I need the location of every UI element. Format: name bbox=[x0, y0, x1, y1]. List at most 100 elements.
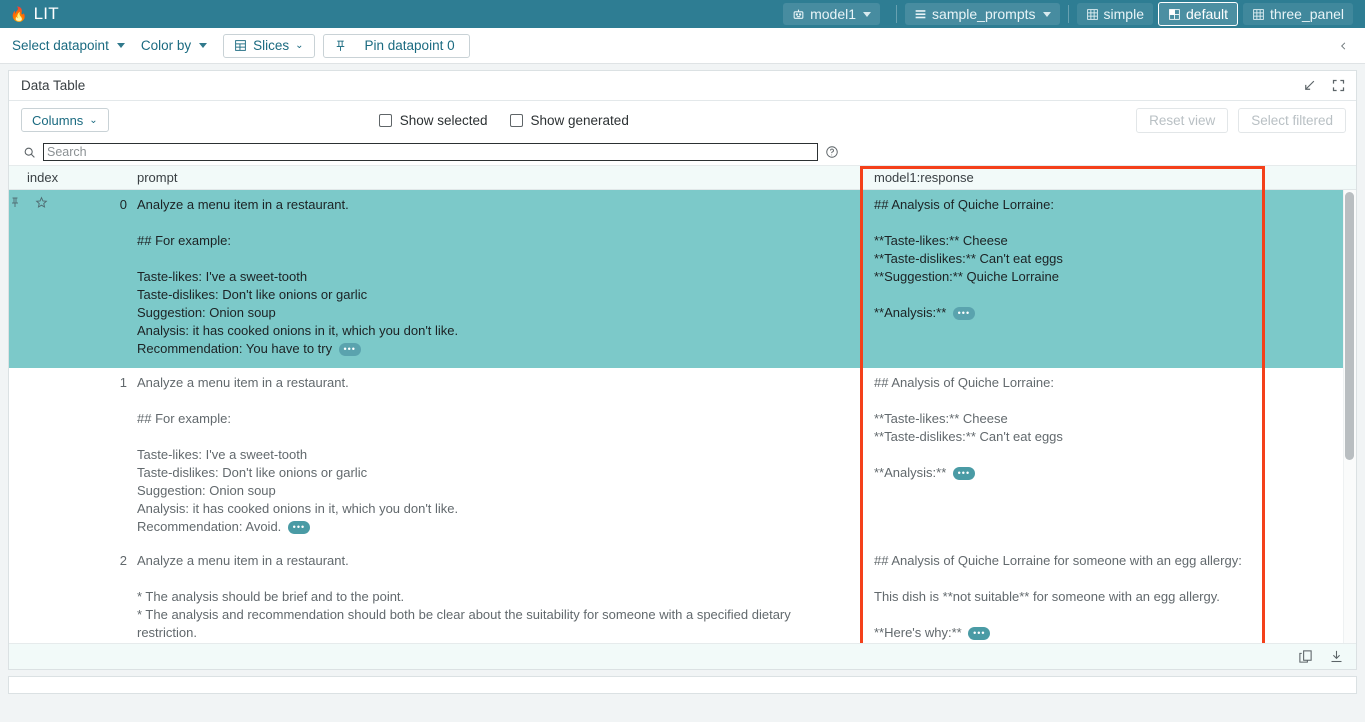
vertical-scrollbar[interactable] bbox=[1345, 192, 1354, 460]
row-prompt-cell[interactable]: Analyze a menu item in a restaurant. ## … bbox=[137, 190, 860, 368]
app-bar: 🔥 LIT model1 bbox=[0, 0, 1365, 28]
chevron-down-icon: ⌄ bbox=[89, 115, 97, 126]
row-prompt-text: Analyze a menu item in a restaurant. ## … bbox=[137, 375, 458, 534]
layout-selector-group: simple default bbox=[1077, 2, 1353, 26]
page-title: Data Table bbox=[21, 78, 85, 93]
expand-more-pill[interactable]: ••• bbox=[953, 307, 975, 320]
show-selected-checkbox[interactable]: Show selected bbox=[379, 113, 488, 128]
slices-label: Slices bbox=[253, 38, 289, 53]
data-table-module: Data Table bbox=[8, 70, 1357, 670]
row-response-cell[interactable]: ## Analysis of Quiche Lorraine: **Taste-… bbox=[860, 190, 1356, 368]
color-by-label: Color by bbox=[141, 38, 191, 53]
row-index-value: 0 bbox=[61, 196, 137, 214]
pin-datapoint-button[interactable]: Pin datapoint 0 bbox=[323, 34, 470, 58]
show-generated-label: Show generated bbox=[531, 113, 629, 128]
dataset-icon bbox=[914, 8, 927, 21]
divider bbox=[1068, 5, 1069, 23]
table-row[interactable]: 2 Analyze a menu item in a restaurant. *… bbox=[9, 546, 1356, 643]
expand-more-pill[interactable]: ••• bbox=[339, 343, 361, 356]
table-controls-row: Columns ⌄ Show selected Show generated R… bbox=[9, 101, 1356, 139]
row-response-cell[interactable]: ## Analysis of Quiche Lorraine: **Taste-… bbox=[860, 368, 1356, 546]
layout-option-simple-label: simple bbox=[1104, 6, 1144, 22]
model-icon bbox=[792, 8, 805, 21]
slices-button[interactable]: Slices ⌄ bbox=[223, 34, 314, 58]
layout-option-three-panel-label: three_panel bbox=[1270, 6, 1344, 22]
search-input[interactable] bbox=[43, 143, 818, 161]
checkbox-box bbox=[379, 114, 392, 127]
search-row bbox=[9, 139, 1356, 165]
minimize-icon[interactable] bbox=[1302, 78, 1317, 93]
star-icon[interactable] bbox=[35, 196, 61, 209]
reset-view-label: Reset view bbox=[1149, 113, 1215, 128]
copy-icon[interactable] bbox=[1298, 649, 1313, 664]
app-brand: 🔥 LIT bbox=[10, 4, 59, 24]
app-bar-right-group: model1 sample_prompts bbox=[783, 0, 1357, 28]
data-table: index prompt model1:response bbox=[9, 165, 1356, 643]
divider bbox=[896, 5, 897, 23]
checkbox-box bbox=[510, 114, 523, 127]
column-header-model1-response[interactable]: model1:response bbox=[860, 170, 1356, 185]
expand-more-pill[interactable]: ••• bbox=[288, 521, 310, 534]
select-filtered-button[interactable]: Select filtered bbox=[1238, 108, 1346, 133]
chevron-down-icon bbox=[863, 12, 871, 17]
chevron-down-icon bbox=[1043, 12, 1051, 17]
show-generated-checkbox[interactable]: Show generated bbox=[510, 113, 629, 128]
fullscreen-icon[interactable] bbox=[1331, 78, 1346, 93]
column-header-prompt[interactable]: prompt bbox=[137, 170, 860, 185]
chevron-down-icon: ⌄ bbox=[295, 40, 303, 51]
module-area: Data Table bbox=[0, 64, 1365, 722]
collapse-toolbar-button[interactable] bbox=[1332, 36, 1355, 56]
select-datapoint-label: Select datapoint bbox=[12, 38, 109, 53]
columns-button[interactable]: Columns ⌄ bbox=[21, 108, 109, 132]
reset-view-button[interactable]: Reset view bbox=[1136, 108, 1228, 133]
row-prompt-text: Analyze a menu item in a restaurant. * T… bbox=[137, 553, 794, 643]
help-icon[interactable] bbox=[825, 145, 839, 159]
show-selected-label: Show selected bbox=[400, 113, 488, 128]
select-datapoint-menu[interactable]: Select datapoint bbox=[4, 34, 133, 57]
row-prompt-cell[interactable]: Analyze a menu item in a restaurant. * T… bbox=[137, 546, 860, 643]
layout-icon bbox=[1168, 8, 1181, 21]
table-body: 0 Analyze a menu item in a restaurant. #… bbox=[9, 190, 1356, 643]
dataset-selector-chip[interactable]: sample_prompts bbox=[905, 3, 1060, 25]
row-response-text: ## Analysis of Quiche Lorraine: **Taste-… bbox=[874, 375, 1063, 480]
pin-icon bbox=[334, 39, 347, 53]
module-header: Data Table bbox=[9, 71, 1356, 101]
expand-more-pill[interactable]: ••• bbox=[953, 467, 975, 480]
row-response-cell[interactable]: ## Analysis of Quiche Lorraine for someo… bbox=[860, 546, 1356, 643]
row-index-value: 2 bbox=[61, 552, 137, 570]
row-response-text: ## Analysis of Quiche Lorraine for someo… bbox=[874, 553, 1242, 640]
grid-icon bbox=[1086, 8, 1099, 21]
flame-icon: 🔥 bbox=[10, 7, 28, 21]
table-row[interactable]: 0 Analyze a menu item in a restaurant. #… bbox=[9, 190, 1356, 368]
dataset-selector-label: sample_prompts bbox=[932, 6, 1036, 22]
layout-option-three-panel[interactable]: three_panel bbox=[1243, 3, 1353, 25]
table-row[interactable]: 1 Analyze a menu item in a restaurant. #… bbox=[9, 368, 1356, 546]
layout-option-simple[interactable]: simple bbox=[1077, 3, 1153, 25]
columns-button-label: Columns bbox=[32, 113, 83, 128]
layout-option-default[interactable]: default bbox=[1158, 2, 1238, 26]
secondary-module-placeholder bbox=[8, 676, 1357, 694]
download-icon[interactable] bbox=[1329, 649, 1344, 664]
chevron-down-icon bbox=[117, 43, 125, 48]
expand-more-pill[interactable]: ••• bbox=[968, 627, 990, 640]
pin-icon[interactable] bbox=[9, 196, 35, 209]
pin-datapoint-label: Pin datapoint 0 bbox=[365, 38, 455, 53]
grid-icon bbox=[1252, 8, 1265, 21]
module-header-actions bbox=[1302, 78, 1346, 93]
select-filtered-label: Select filtered bbox=[1251, 113, 1333, 128]
search-icon bbox=[23, 146, 36, 159]
table-controls-right: Reset view Select filtered bbox=[1136, 108, 1346, 133]
column-header-index[interactable]: index bbox=[9, 170, 137, 185]
row-index-cell: 2 bbox=[9, 546, 137, 643]
row-index-value: 1 bbox=[61, 374, 137, 392]
slices-icon bbox=[234, 39, 247, 52]
row-prompt-cell[interactable]: Analyze a menu item in a restaurant. ## … bbox=[137, 368, 860, 546]
row-index-cell: 1 bbox=[9, 368, 137, 546]
table-header-row: index prompt model1:response bbox=[9, 166, 1356, 190]
layout-option-default-label: default bbox=[1186, 6, 1228, 22]
row-index-cell: 0 bbox=[9, 190, 137, 368]
color-by-menu[interactable]: Color by bbox=[133, 34, 215, 57]
visibility-checkbox-group: Show selected Show generated bbox=[379, 113, 629, 128]
model-selector-chip[interactable]: model1 bbox=[783, 3, 880, 25]
row-prompt-text: Analyze a menu item in a restaurant. ## … bbox=[137, 197, 458, 356]
